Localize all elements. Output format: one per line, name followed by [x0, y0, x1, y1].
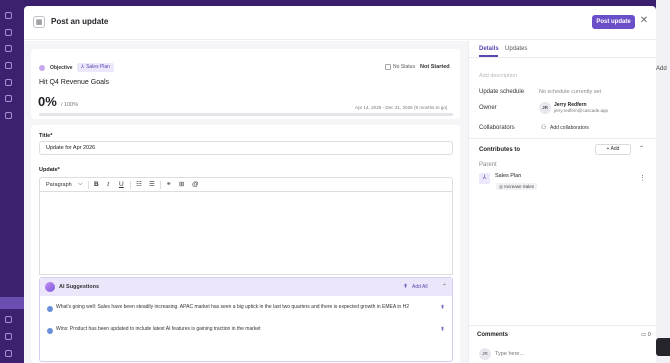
background-add-link[interactable]: Add: [656, 66, 667, 72]
nav-icon[interactable]: [5, 95, 12, 102]
parent-objective-label: Increase Sales: [504, 184, 534, 189]
update-form-card: Title* Update for Apr 2026 Update* Parag…: [31, 125, 460, 363]
suggestion-text: Wins: Product has been updated to includ…: [56, 326, 261, 332]
add-collaborators-button[interactable]: Add collaborators: [550, 125, 589, 131]
nav-icon[interactable]: [5, 333, 12, 340]
owner-email: jerry.redfern@cascade.app: [554, 108, 609, 113]
tabs-divider: [469, 57, 656, 58]
plan-tag[interactable]: ⅄ Sales Plan: [77, 63, 114, 72]
no-status-checkbox[interactable]: [385, 64, 391, 70]
nav-selected-item[interactable]: [0, 297, 24, 309]
suggestion-icon: [47, 306, 53, 312]
suggestion-text: What's going well: Sales have been stead…: [56, 304, 409, 310]
comments-label: Comments: [477, 332, 509, 338]
parent-objective-tag: ◎ Increase Sales: [496, 183, 537, 190]
link-icon[interactable]: ⚭: [166, 181, 171, 189]
collaborators-label: Collaborators: [479, 125, 515, 131]
objective-card: Objective ⅄ Sales Plan No Status Not Star…: [31, 49, 460, 119]
plan-tag-label: Sales Plan: [86, 64, 110, 70]
nav-icon[interactable]: [5, 350, 12, 357]
comment-icon: ▭: [641, 332, 648, 338]
update-schedule-value[interactable]: No schedule currently set: [539, 89, 601, 95]
ai-suggestions-title: AI Suggestions: [59, 284, 100, 290]
chevron-up-icon[interactable]: ⌃: [442, 283, 447, 290]
tab-updates[interactable]: Updates: [505, 46, 527, 52]
add-suggestion-icon[interactable]: ⇞: [440, 304, 445, 311]
update-label: Update*: [39, 167, 60, 173]
section-divider: [469, 325, 656, 326]
toolbar-divider: [88, 181, 89, 189]
suggestion-icon: [47, 328, 53, 334]
update-editor[interactable]: [39, 192, 453, 275]
parent-name[interactable]: Sales Plan: [495, 173, 521, 179]
status-badge[interactable]: Not Started: [420, 64, 450, 70]
add-all-icon[interactable]: ⇞: [403, 283, 408, 290]
title-label: Title*: [39, 133, 53, 139]
comments-count: ▭ 0: [641, 332, 651, 338]
bulleted-list-icon[interactable]: ☰: [149, 181, 155, 189]
details-column: Details Updates Add description Update s…: [468, 41, 656, 363]
owner-label: Owner: [479, 105, 497, 111]
avatar: JR: [479, 348, 491, 360]
progress-bar: [39, 113, 453, 116]
date-range: Apr 14, 2026 - Dec 31, 2026 (9 months to…: [355, 105, 448, 110]
add-button-label: Add: [610, 146, 620, 152]
no-status-label: No Status: [393, 64, 415, 70]
hierarchy-icon: ⅄: [81, 64, 85, 70]
title-input[interactable]: Update for Apr 2026: [39, 141, 453, 155]
objective-icon: [39, 65, 45, 71]
progress-target: / 100%: [61, 102, 79, 108]
modal-title: Post an update: [51, 17, 109, 26]
numbered-list-icon[interactable]: ☷: [136, 181, 142, 189]
add-contribution-button[interactable]: + Add: [595, 144, 631, 155]
ai-suggestions-panel: AI Suggestions ⇞ Add All ⌃ What's going …: [39, 277, 453, 362]
background-panel: Add: [656, 0, 670, 363]
comments-count-value: 0: [647, 332, 651, 338]
nav-icon[interactable]: [5, 45, 12, 52]
parent-label: Parent: [479, 162, 497, 168]
italic-icon[interactable]: I: [107, 181, 109, 189]
mention-icon[interactable]: @: [192, 181, 199, 189]
post-update-modal: ▦ Post an update Post update ✕ Objective…: [24, 6, 656, 363]
nav-icon[interactable]: [5, 12, 12, 19]
close-icon[interactable]: ✕: [638, 15, 650, 27]
progress-value: 0%: [38, 94, 57, 109]
paragraph-select[interactable]: Paragraph: [46, 182, 72, 188]
contributes-to-label: Contributes to: [479, 147, 520, 153]
chevron-down-icon[interactable]: ⌵: [78, 181, 83, 188]
add-suggestion-icon[interactable]: ⇞: [440, 326, 445, 333]
nav-icon[interactable]: [5, 62, 12, 69]
add-description-field[interactable]: Add description: [479, 73, 517, 79]
underline-icon[interactable]: U: [119, 181, 124, 189]
add-user-icon[interactable]: ⚇: [541, 124, 546, 131]
app-sidebar: [0, 0, 24, 363]
avatar: JR: [539, 102, 551, 114]
chevron-up-icon[interactable]: ⌃: [639, 145, 644, 152]
image-icon[interactable]: ⊞: [179, 181, 184, 189]
add-all-button[interactable]: Add All: [412, 284, 428, 290]
modal-header: ▦ Post an update Post update ✕: [24, 6, 656, 40]
nav-icon[interactable]: [5, 79, 12, 86]
update-schedule-label: Update schedule: [479, 89, 525, 95]
post-update-button[interactable]: Post update: [592, 15, 635, 29]
tab-details[interactable]: Details: [479, 46, 499, 52]
hierarchy-icon: ⅄: [479, 173, 490, 184]
ai-suggestions-header: AI Suggestions ⇞ Add All ⌃: [40, 278, 452, 296]
nav-icon[interactable]: [5, 29, 12, 36]
calendar-icon: ▦: [33, 16, 45, 28]
toolbar-divider: [130, 181, 131, 189]
ai-sparkle-icon: [45, 282, 55, 292]
nav-icon[interactable]: [5, 112, 12, 119]
bold-icon[interactable]: B: [94, 181, 99, 189]
objective-title: Hit Q4 Revenue Goals: [39, 79, 110, 86]
comment-input[interactable]: [495, 349, 645, 360]
toolbar-divider: [160, 181, 161, 189]
nav-icon[interactable]: [5, 316, 12, 323]
chat-bubble-icon[interactable]: [656, 338, 670, 356]
objective-type-label: Objective: [50, 65, 73, 71]
section-divider: [469, 138, 656, 139]
editor-toolbar: Paragraph ⌵ B I U ☷ ☰ ⚭ ⊞ @: [39, 177, 453, 192]
update-form-column: Objective ⅄ Sales Plan No Status Not Star…: [24, 41, 468, 363]
more-options-icon[interactable]: ⋮: [639, 174, 646, 182]
